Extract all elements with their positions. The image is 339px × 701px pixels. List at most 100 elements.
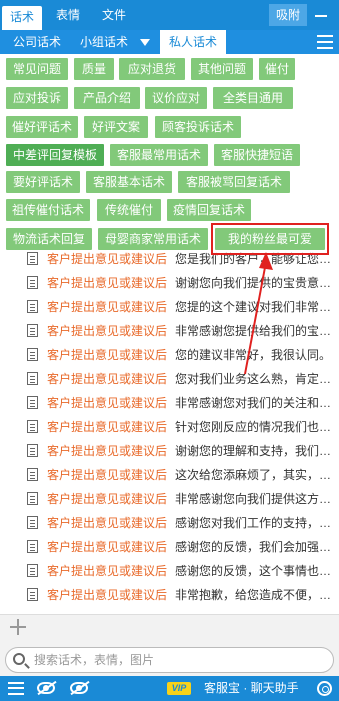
list-item[interactable]: 客户提出意见或建议后 感谢您对我们工作的支持，…: [0, 511, 339, 535]
tag-item[interactable]: 客服快捷短语: [214, 144, 300, 166]
list-item[interactable]: 客户提出意见或建议后 您的建议非常好，我很认同。: [0, 343, 339, 367]
tag-item[interactable]: 质量: [74, 58, 114, 80]
document-icon: [27, 516, 38, 529]
hide-icon[interactable]: [37, 682, 55, 694]
list-item-text: 这次给您添麻烦了，其实，…: [175, 468, 332, 482]
list-item-category: 客户提出意见或建议后: [47, 516, 168, 530]
list-item-category: 客户提出意见或建议后: [47, 468, 168, 482]
chevron-down-icon[interactable]: [140, 39, 150, 46]
tag-item[interactable]: 常见问题: [6, 58, 68, 80]
list-item[interactable]: 客户提出意见或建议后 非常感谢您对我们的关注和…: [0, 391, 339, 415]
add-bar: [0, 614, 339, 642]
search-icon: [13, 653, 25, 665]
tag-item[interactable]: 客服最常用话术: [110, 144, 208, 166]
list-item-category: 客户提出意见或建议后: [47, 420, 168, 434]
tab-company-scripts[interactable]: 公司话术: [4, 30, 70, 54]
list-item-text: 针对您刚反应的情况我们也…: [175, 420, 332, 434]
list-item[interactable]: 客户提出意见或建议后 这次给您添麻烦了，其实，…: [0, 463, 339, 487]
minimize-icon[interactable]: [315, 7, 329, 23]
list-item-text: 感谢您对我们工作的支持，…: [175, 516, 332, 530]
list-item[interactable]: 客户提出意见或建议后 感谢您的反馈，这个事情也…: [0, 559, 339, 583]
document-icon: [27, 420, 38, 433]
top-bar: 话术 表情 文件 吸附: [0, 0, 339, 30]
list-item[interactable]: 客户提出意见或建议后 您提的这个建议对我们非常…: [0, 295, 339, 319]
tag-item[interactable]: 催好评话术: [6, 116, 78, 138]
attach-button[interactable]: 吸附: [269, 4, 307, 26]
tag-item[interactable]: 疫情回复话术: [167, 199, 251, 221]
document-icon: [27, 276, 38, 289]
document-icon: [27, 300, 38, 313]
list-item-category: 客户提出意见或建议后: [47, 492, 168, 506]
tag-item-active[interactable]: 中差评回复模板: [6, 144, 104, 166]
document-icon: [27, 540, 38, 553]
tag-item[interactable]: 要好评话术: [6, 171, 80, 193]
list-item[interactable]: 客户提出意见或建议后 非常感谢您提供给我们的宝…: [0, 319, 339, 343]
list-item-category: 客户提出意见或建议后: [47, 396, 168, 410]
document-icon: [27, 468, 38, 481]
list-item[interactable]: 客户提出意见或建议后 谢谢您向我们提供的宝贵意…: [0, 271, 339, 295]
document-icon: [27, 348, 38, 361]
list-item-text: 非常抱歉，给您造成不便，…: [175, 588, 332, 602]
document-icon: [27, 372, 38, 385]
bottom-bar: VIP 客服宝 · 聊天助手: [0, 676, 339, 701]
list-menu-icon[interactable]: [8, 682, 24, 695]
document-icon: [27, 564, 38, 577]
list-item-category: 客户提出意见或建议后: [47, 348, 168, 362]
list-item-text: 感谢您的反馈，我们会加强…: [175, 540, 332, 554]
tab-emoji[interactable]: 表情: [48, 4, 88, 26]
tag-item[interactable]: 其他问题: [191, 58, 253, 80]
script-list: 客户提出意见或建议后 您是我们的客户，能够让您… 客户提出意见或建议后 谢谢您向…: [0, 252, 339, 614]
vip-badge[interactable]: VIP: [167, 682, 191, 695]
tab-files[interactable]: 文件: [94, 4, 134, 26]
document-icon: [27, 324, 38, 337]
tag-item[interactable]: 议价应对: [145, 87, 207, 109]
list-item[interactable]: 客户提出意见或建议后 针对您刚反应的情况我们也…: [0, 415, 339, 439]
list-item-text: 非常感谢您向我们提供这方…: [175, 492, 332, 506]
document-icon: [27, 588, 38, 601]
tag-item[interactable]: 催付: [259, 58, 295, 80]
tag-item[interactable]: 产品介绍: [74, 87, 140, 109]
tag-item[interactable]: 应对投诉: [6, 87, 68, 109]
eye-off-icon[interactable]: [70, 682, 88, 694]
tag-item[interactable]: 应对退货: [119, 58, 185, 80]
list-item-category: 客户提出意见或建议后: [47, 540, 168, 554]
plus-icon[interactable]: [10, 619, 26, 635]
list-item-text: 谢谢您的理解和支持，我们…: [175, 444, 332, 458]
tag-item[interactable]: 好评文案: [84, 116, 148, 138]
list-item[interactable]: 客户提出意见或建议后 您对我们业务这么熟，肯定…: [0, 367, 339, 391]
brand-label: 客服宝 · 聊天助手: [204, 681, 299, 695]
menu-icon[interactable]: [317, 35, 333, 49]
list-item-category: 客户提出意见或建议后: [47, 324, 168, 338]
tag-item[interactable]: 全类目通用: [213, 87, 293, 109]
annotation-arrow-icon: [244, 252, 273, 375]
list-item-text: 感谢您的反馈，这个事情也…: [175, 564, 332, 578]
list-item-category: 客户提出意见或建议后: [47, 300, 168, 314]
document-icon: [27, 444, 38, 457]
tag-item[interactable]: 顾客投诉话术: [155, 116, 241, 138]
list-item-category: 客户提出意见或建议后: [47, 564, 168, 578]
tag-item[interactable]: 传统催付: [97, 199, 161, 221]
list-item[interactable]: 客户提出意见或建议后 感谢您的反馈，我们会加强…: [0, 535, 339, 559]
tab-group-scripts[interactable]: 小组话术: [74, 30, 134, 54]
tab-private-scripts[interactable]: 私人话术: [160, 30, 226, 54]
tag-item[interactable]: 客服基本话术: [86, 171, 172, 193]
tab-scripts[interactable]: 话术: [2, 6, 42, 30]
list-item[interactable]: 客户提出意见或建议后 非常抱歉，给您造成不便，…: [0, 583, 339, 607]
document-icon: [27, 252, 38, 265]
sub-tab-bar: 公司话术 小组话术 私人话术: [0, 30, 339, 54]
list-item[interactable]: 客户提出意见或建议后 谢谢您的理解和支持，我们…: [0, 439, 339, 463]
gear-icon[interactable]: [317, 681, 332, 696]
tag-item[interactable]: 客服被骂回复话术: [178, 171, 290, 193]
list-item-category: 客户提出意见或建议后: [47, 588, 168, 602]
list-item-category: 客户提出意见或建议后: [47, 276, 168, 290]
list-item-category: 客户提出意见或建议后: [47, 444, 168, 458]
list-item-category: 客户提出意见或建议后: [47, 252, 168, 266]
search-box[interactable]: [5, 647, 334, 673]
list-item[interactable]: 客户提出意见或建议后 非常感谢您向我们提供这方…: [0, 487, 339, 511]
search-input[interactable]: [34, 651, 324, 669]
document-icon: [27, 396, 38, 409]
tag-item[interactable]: 祖传催付话术: [6, 199, 90, 221]
document-icon: [27, 492, 38, 505]
list-item-category: 客户提出意见或建议后: [47, 372, 168, 386]
list-item-text: 非常感谢您对我们的关注和…: [175, 396, 332, 410]
